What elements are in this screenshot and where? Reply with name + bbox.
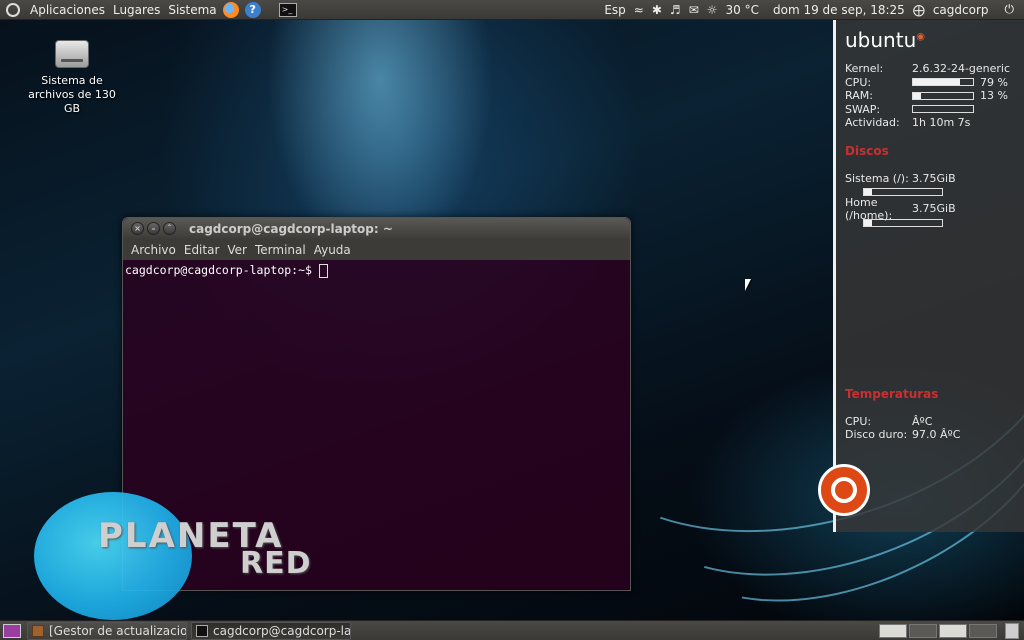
menu-system[interactable]: Sistema	[164, 3, 220, 17]
ubuntu-logo-text: ubuntu◉	[845, 28, 925, 52]
kernel-value: 2.6.32-24-generic	[912, 62, 1011, 76]
disk-home-row: Home (/home): 3.75GiB	[845, 196, 1024, 222]
temp-disk-row: Disco duro: 97.0 ÂºC	[845, 428, 1024, 442]
taskbar-item-terminal[interactable]: cagdcorp@cagdcorp-la...	[191, 621, 351, 640]
mouse-pointer	[745, 279, 757, 291]
ram-bar	[912, 91, 974, 100]
disk-system-bar	[863, 188, 943, 196]
terminal-title: cagdcorp@cagdcorp-laptop: ~	[189, 221, 393, 236]
mail-icon[interactable]: ✉	[685, 3, 703, 17]
menu-terminal[interactable]: Terminal	[251, 243, 310, 257]
terminal-cursor	[318, 263, 328, 278]
disk-system-row: Sistema (/): 3.75GiB	[845, 172, 1024, 186]
disk-system-label: Sistema (/):	[845, 171, 909, 185]
terminal-prompt: cagdcorp@cagdcorp-laptop:~$	[125, 263, 319, 277]
disk-home-bar-fill	[864, 219, 872, 226]
ubuntu-circle-logo	[818, 464, 870, 516]
cpu-row: CPU: 79 %	[845, 76, 1024, 90]
kernel-label: Kernel:	[845, 62, 884, 76]
ubuntu-menu-icon[interactable]	[6, 2, 20, 17]
bottom-panel: [Gestor de actualizacio... cagdcorp@cagd…	[0, 620, 1024, 640]
top-panel: Aplicaciones Lugares Sistema ? >_ Esp ≈ …	[0, 0, 1024, 20]
menu-view[interactable]: Ver	[223, 243, 251, 257]
weather-icon[interactable]: ☼	[703, 3, 722, 17]
hard-drive-icon	[55, 40, 89, 68]
disk-system-value: 3.75GiB	[912, 171, 956, 185]
cpu-bar	[912, 78, 974, 87]
temp-cpu-row: CPU: ÂºC	[845, 415, 1024, 429]
power-icon[interactable]: ⏻	[1001, 2, 1019, 17]
conky-system-monitor: ubuntu◉ Kernel: 2.6.32-24-generic CPU: 7…	[833, 20, 1024, 532]
taskbar-item-update-manager[interactable]: [Gestor de actualizacio...	[27, 621, 187, 640]
close-icon[interactable]: ×	[131, 222, 144, 235]
kernel-row: Kernel: 2.6.32-24-generic	[845, 62, 1024, 76]
workspace-2[interactable]	[909, 623, 937, 638]
bluetooth-icon[interactable]: ✱	[648, 3, 666, 17]
watermark-ellipse	[34, 492, 192, 620]
cpu-bar-fill	[913, 79, 961, 86]
activity-row: Actividad: 1h 10m 7s	[845, 116, 1024, 130]
menu-places[interactable]: Lugares	[109, 3, 164, 17]
planeta-red-watermark: PLANETA RED	[34, 490, 354, 620]
weather-temperature[interactable]: 30 °C	[722, 3, 763, 17]
ubuntu-circle-ring	[831, 477, 857, 503]
conky-spacer	[845, 233, 1024, 373]
wifi-icon[interactable]: ≈	[630, 3, 648, 17]
firefox-icon[interactable]	[222, 1, 239, 18]
swap-bar	[912, 105, 974, 114]
desktop-drive-icon[interactable]: Sistema de archivos de 130 GB	[20, 40, 124, 116]
workspace-4[interactable]	[969, 623, 997, 638]
ram-value: 13 %	[980, 89, 1008, 103]
watermark-text-line2: RED	[240, 546, 312, 581]
keyboard-layout-indicator[interactable]: Esp	[600, 3, 629, 17]
temp-cpu-label: CPU:	[845, 414, 872, 428]
menu-applications[interactable]: Aplicaciones	[26, 3, 109, 17]
terminal-icon	[196, 624, 208, 637]
temp-disk-label: Disco duro:	[845, 428, 908, 442]
task-label: [Gestor de actualizacio...	[49, 623, 187, 638]
activity-label: Actividad:	[845, 116, 900, 130]
disks-title: Discos	[845, 143, 889, 158]
menu-file[interactable]: Archivo	[127, 243, 180, 257]
disk-system-bar-fill	[864, 189, 872, 195]
drive-label-line2: archivos de 130 GB	[28, 88, 116, 115]
menu-help[interactable]: Ayuda	[310, 243, 355, 257]
ram-bar-fill	[913, 92, 921, 99]
swap-row: SWAP:	[845, 103, 1024, 117]
package-icon	[32, 624, 44, 637]
minimize-icon[interactable]: –	[147, 222, 160, 235]
activity-value: 1h 10m 7s	[912, 116, 971, 130]
terminal-titlebar[interactable]: × – ˆ cagdcorp@cagdcorp-laptop: ~	[123, 218, 630, 239]
user-icon[interactable]: ⨁	[909, 3, 929, 17]
clock[interactable]: dom 19 de sep, 18:25	[769, 3, 909, 17]
temp-disk-value: 97.0 ÂºC	[912, 428, 961, 442]
volume-icon[interactable]: ♬	[666, 3, 685, 17]
workspace-1[interactable]	[879, 623, 907, 638]
swap-label: SWAP:	[845, 102, 881, 116]
user-name[interactable]: cagdcorp	[929, 3, 993, 17]
disk-home-value: 3.75GiB	[912, 202, 956, 216]
temp-cpu-value: ÂºC	[912, 414, 933, 428]
drive-label-line1: Sistema de	[41, 74, 103, 87]
disk-home-bar	[863, 218, 943, 227]
trash-icon[interactable]	[1005, 622, 1019, 639]
temperatures-title: Temperaturas	[845, 386, 939, 401]
cpu-value: 79 %	[980, 75, 1008, 89]
terminal-body[interactable]: cagdcorp@cagdcorp-laptop:~$	[123, 260, 630, 281]
terminal-launcher-icon[interactable]: >_	[278, 2, 297, 17]
workspace-3[interactable]	[939, 623, 967, 638]
menu-edit[interactable]: Editar	[180, 243, 224, 257]
terminal-menubar: Archivo Editar Ver Terminal Ayuda	[123, 239, 630, 260]
maximize-icon[interactable]: ˆ	[163, 222, 176, 235]
cpu-label: CPU:	[845, 75, 872, 89]
ram-label: RAM:	[845, 89, 873, 103]
show-desktop-button[interactable]	[3, 623, 21, 638]
help-icon[interactable]: ?	[244, 1, 261, 18]
ram-row: RAM: 13 %	[845, 89, 1024, 103]
task-label: cagdcorp@cagdcorp-la...	[213, 623, 351, 638]
